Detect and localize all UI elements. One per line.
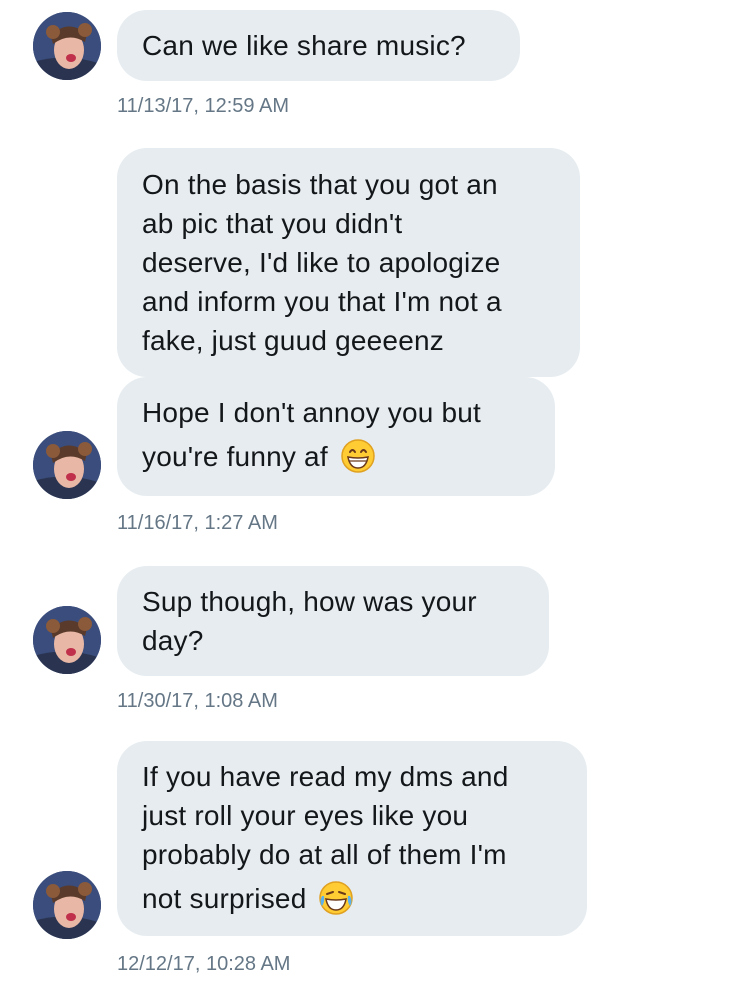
message-bubble[interactable]: Hope I don't annoy you but you're funny … <box>117 377 555 496</box>
message-text-line: Hope I don't annoy you but <box>142 397 482 428</box>
avatar-photo-icon <box>33 871 101 939</box>
message-text-line: just roll your eyes like you <box>142 800 469 831</box>
avatar-photo-icon <box>33 12 101 80</box>
message-bubble[interactable]: On the basis that you got an ab pic that… <box>117 148 580 377</box>
message-text-line: On the basis that you got an <box>142 169 498 200</box>
avatar-photo-icon <box>33 431 101 499</box>
message-text-line: Sup though, how was your <box>142 586 477 617</box>
message-text-line: you're funny af <box>142 441 328 472</box>
avatar-photo-icon <box>33 606 101 674</box>
message-text-line: deserve, I'd like to apologize <box>142 247 501 278</box>
message-timestamp: 11/30/17, 1:08 AM <box>117 690 278 712</box>
message-bubble[interactable]: If you have read my dms and just roll yo… <box>117 741 587 936</box>
avatar[interactable] <box>33 606 101 674</box>
avatar[interactable] <box>33 12 101 80</box>
message-text-line: and inform you that I'm not a <box>142 286 502 317</box>
message-bubble[interactable]: Can we like share music? <box>117 10 520 81</box>
message-text-line: Can we like share music? <box>142 30 466 61</box>
avatar[interactable] <box>33 871 101 939</box>
message-text-line: day? <box>142 625 204 656</box>
message-text-line: not surprised <box>142 883 307 914</box>
grinning-face-icon <box>340 438 376 474</box>
avatar[interactable] <box>33 431 101 499</box>
message-text-line: ab pic that you didn't <box>142 208 403 239</box>
message-bubble[interactable]: Sup though, how was your day? <box>117 566 549 676</box>
message-timestamp: 12/12/17, 10:28 AM <box>117 953 291 975</box>
tears-of-joy-icon <box>318 880 354 916</box>
message-text-line: fake, just guud geeeenz <box>142 325 444 356</box>
message-text-line: probably do at all of them I'm <box>142 839 507 870</box>
message-timestamp: 11/13/17, 12:59 AM <box>117 95 289 117</box>
message-text-line: If you have read my dms and <box>142 761 509 792</box>
message-timestamp: 11/16/17, 1:27 AM <box>117 512 278 534</box>
